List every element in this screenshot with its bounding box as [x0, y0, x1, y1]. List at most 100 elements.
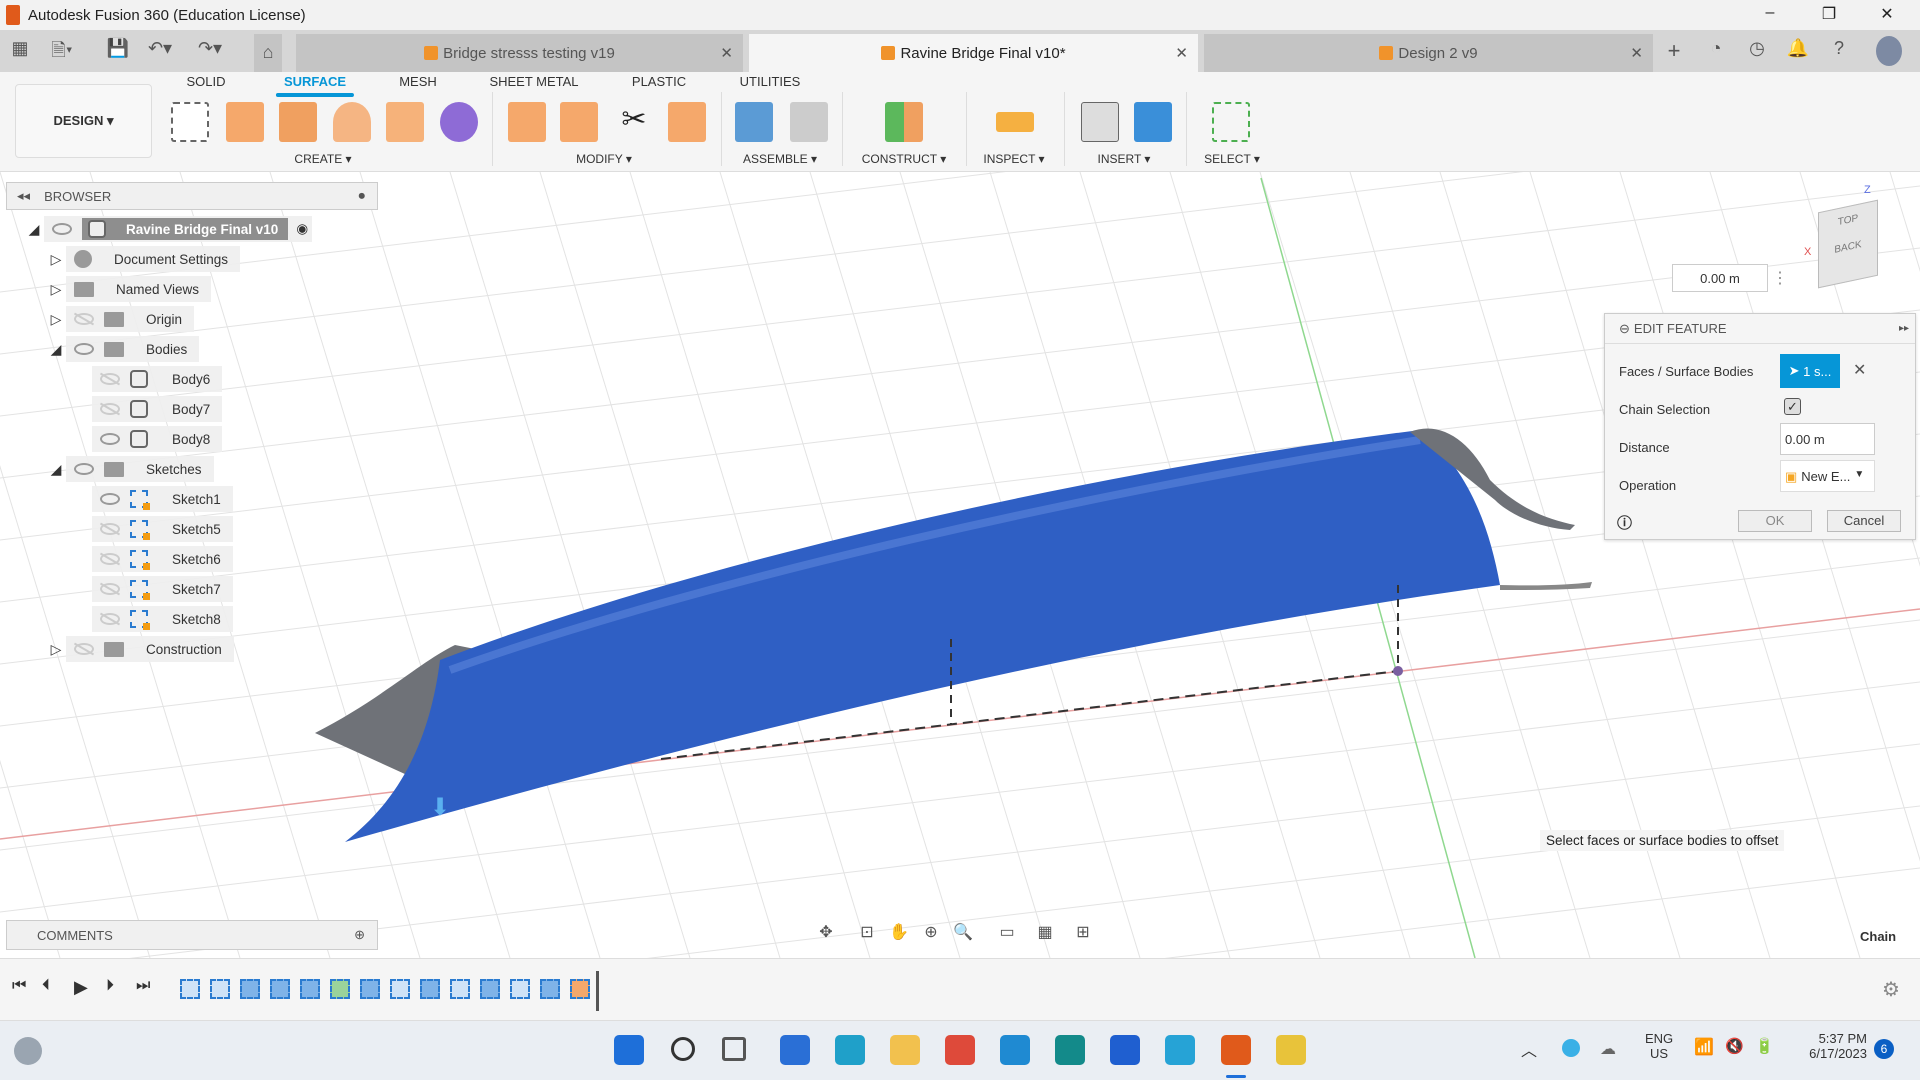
task-view-icon[interactable] [722, 1037, 746, 1061]
grid-settings-icon[interactable]: ▦ [1034, 922, 1056, 944]
tree-item[interactable]: Body7 [20, 396, 312, 422]
tree-item[interactable]: Body6 [20, 366, 312, 392]
help-icon[interactable]: ? [1825, 38, 1853, 64]
timeline-feature-icon[interactable] [210, 979, 230, 999]
insert-image-icon[interactable] [1134, 102, 1172, 142]
step-back-icon[interactable]: ⏴ [42, 977, 50, 995]
tree-item[interactable]: ▷ Document Settings [20, 246, 312, 272]
assemble-menu[interactable]: ASSEMBLE ▾ [743, 152, 817, 166]
vscode-icon[interactable] [1000, 1035, 1030, 1065]
browser-panel-header[interactable]: ◂◂ BROWSER ⏺ [6, 182, 378, 210]
visibility-eye-icon[interactable] [52, 223, 72, 235]
tree-item[interactable]: ◢ Sketches [20, 456, 312, 482]
expand-arrow-icon[interactable]: ▷ [46, 281, 66, 298]
inspect-menu[interactable]: INSPECT ▾ [983, 152, 1044, 166]
c-app-icon[interactable] [1110, 1035, 1140, 1065]
tree-item[interactable]: ▷ Named Views [20, 276, 312, 302]
language-indicator[interactable]: ENG US [1645, 1031, 1673, 1061]
show-hidden-icons-chevron[interactable]: ︿ [1521, 1037, 1537, 1061]
microsoft-store-icon[interactable] [780, 1035, 810, 1065]
timeline-feature-icon[interactable] [420, 979, 440, 999]
timeline-feature-icon[interactable] [450, 979, 470, 999]
redo-icon[interactable]: ↷▾ [196, 38, 224, 64]
faces-selection-button[interactable]: ➤ 1 s... [1780, 354, 1840, 388]
trim-scissors-icon[interactable]: ✂ [615, 102, 653, 142]
visibility-eye-icon[interactable] [74, 643, 94, 655]
visibility-eye-icon[interactable] [100, 373, 120, 385]
history-clock-icon[interactable]: ◷ [1743, 38, 1771, 64]
tab-mesh[interactable]: MESH [399, 74, 437, 89]
visibility-eye-icon[interactable] [100, 493, 120, 505]
tab-sheet-metal[interactable]: SHEET METAL [489, 74, 578, 89]
job-status-icon[interactable]: ◔ [1702, 38, 1730, 64]
tree-item[interactable]: Sketch8 [20, 606, 312, 632]
visibility-eye-icon[interactable] [74, 343, 94, 355]
restore-button[interactable]: ❐ [1814, 4, 1844, 24]
fusion-360-icon[interactable] [1221, 1035, 1251, 1065]
timeline-feature-icon[interactable] [390, 979, 410, 999]
tab-surface[interactable]: SURFACE [275, 74, 355, 97]
apps-grid-icon[interactable]: ▦ [6, 38, 34, 64]
step-forward-icon[interactable]: ⏵ [106, 977, 114, 995]
tab-bridge-stress-testing[interactable]: Bridge stresss testing v19 ✕ [296, 34, 743, 72]
new-tab-icon[interactable]: + [1660, 38, 1688, 64]
expand-arrow-icon[interactable]: ▷ [46, 251, 66, 268]
timeline-feature-icon[interactable] [510, 979, 530, 999]
tree-item[interactable]: Sketch6 [20, 546, 312, 572]
unstitch-icon[interactable] [560, 102, 598, 142]
visibility-eye-icon[interactable] [100, 523, 120, 535]
tab-plastic[interactable]: PLASTIC [632, 74, 686, 89]
chain-selection-checkbox[interactable]: ✓ [1784, 398, 1801, 415]
info-icon[interactable]: ⓘ [1617, 512, 1632, 533]
close-tab-icon[interactable]: ✕ [720, 44, 733, 62]
collapse-arrow-icon[interactable]: ◢ [46, 341, 66, 358]
tree-item[interactable]: ◢ Bodies [20, 336, 312, 362]
display-settings-icon[interactable]: ▭ [996, 922, 1018, 944]
insert-menu[interactable]: INSERT ▾ [1098, 152, 1151, 166]
expand-arrow-icon[interactable]: ▷ [46, 641, 66, 658]
wave-app-icon[interactable] [1165, 1035, 1195, 1065]
onedrive-cloud-icon[interactable]: ☁ [1600, 1039, 1616, 1059]
tree-root[interactable]: ◢ Ravine Bridge Final v10 ◉ [20, 216, 313, 242]
start-button[interactable] [614, 1035, 644, 1065]
ok-button[interactable]: OK [1738, 510, 1812, 532]
tab-design-2[interactable]: Design 2 v9 ✕ [1204, 34, 1653, 72]
timeline-feature-icon[interactable] [240, 979, 260, 999]
tab-solid[interactable]: SOLID [186, 74, 225, 89]
speaker-muted-icon[interactable]: 🔇 [1725, 1037, 1744, 1055]
undo-icon[interactable]: ↶▾ [146, 38, 174, 64]
tree-item[interactable]: Sketch1 [20, 486, 312, 512]
file-menu-icon[interactable]: 🗎▾ [48, 38, 76, 64]
timeline-feature-icon[interactable] [300, 979, 320, 999]
edge-icon[interactable] [835, 1035, 865, 1065]
timeline-feature-icon[interactable] [360, 979, 380, 999]
visibility-eye-icon[interactable] [100, 433, 120, 445]
visibility-eye-icon[interactable] [100, 553, 120, 565]
close-tab-icon[interactable]: ✕ [1175, 44, 1188, 62]
expand-arrow-icon[interactable]: ▷ [46, 311, 66, 328]
cancel-button[interactable]: Cancel [1827, 510, 1901, 532]
arduino-icon[interactable] [1055, 1035, 1085, 1065]
viewcube-top-face[interactable]: TOP [1819, 209, 1877, 232]
timeline-marker[interactable] [596, 971, 599, 1011]
chrome-icon[interactable] [945, 1035, 975, 1065]
tree-item[interactable]: ▷ Construction [20, 636, 312, 662]
timeline-feature-icon[interactable] [570, 979, 590, 999]
collapse-arrow-icon[interactable]: ◢ [46, 461, 66, 478]
distance-manipulator-input[interactable]: 0.00 m [1672, 264, 1768, 292]
clock-app-tray-icon[interactable] [1562, 1039, 1580, 1057]
orbit-icon[interactable]: ✥ [815, 922, 837, 944]
pan-hand-icon[interactable]: ✋ [888, 922, 910, 944]
offset-face-icon[interactable] [668, 102, 706, 142]
tab-utilities[interactable]: UTILITIES [740, 74, 801, 89]
tree-item[interactable]: Sketch5 [20, 516, 312, 542]
viewcube[interactable]: TOP BACK [1818, 199, 1878, 289]
expand-dialog-icon[interactable]: ▸▸ [1899, 323, 1909, 334]
modify-menu[interactable]: MODIFY ▾ [576, 152, 632, 166]
measure-icon[interactable] [996, 112, 1034, 132]
timeline-feature-icon[interactable] [270, 979, 290, 999]
collapse-dialog-icon[interactable]: ⊖ [1619, 321, 1630, 337]
timeline-feature-icon[interactable] [180, 979, 200, 999]
search-icon[interactable] [671, 1037, 695, 1061]
visibility-eye-icon[interactable] [100, 583, 120, 595]
